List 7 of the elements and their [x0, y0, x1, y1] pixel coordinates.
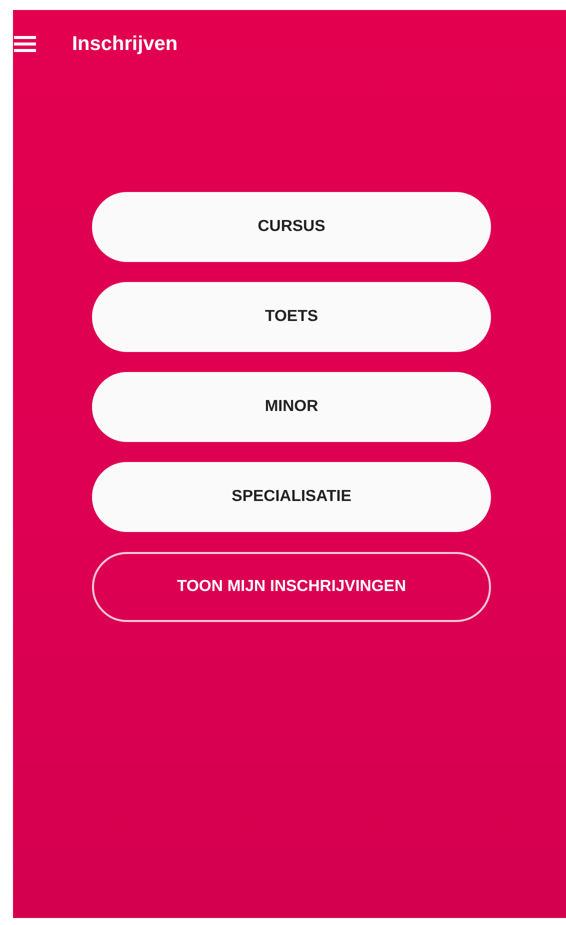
menu-icon[interactable]: [14, 36, 36, 52]
menu-button[interactable]: CURSUS: [92, 192, 491, 262]
menu-button[interactable]: TOETS: [92, 282, 491, 352]
menu-button[interactable]: TOON MIJN INSCHRIJVINGEN: [92, 552, 491, 622]
menu-button[interactable]: SPECIALISATIE: [92, 462, 491, 532]
menu-button[interactable]: MINOR: [92, 372, 491, 442]
app-bar-title: Inschrijven: [72, 32, 178, 56]
